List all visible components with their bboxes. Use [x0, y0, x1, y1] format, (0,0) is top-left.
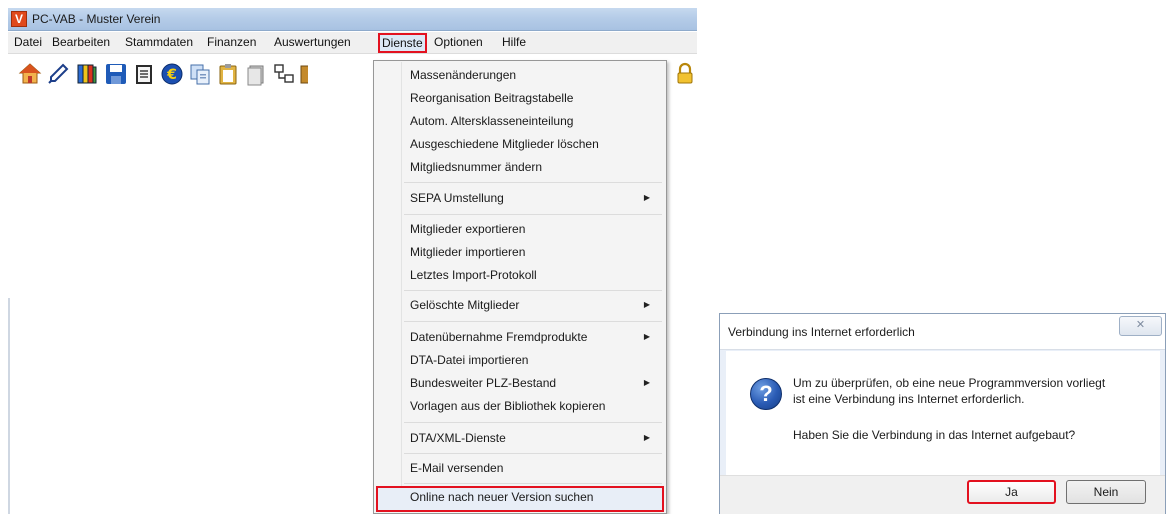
- menu-item-label: Autom. Altersklasseneinteilung: [410, 114, 574, 128]
- menu-hilfe[interactable]: Hilfe: [502, 32, 526, 54]
- svg-text:€: €: [166, 67, 177, 83]
- menu-item-sepa[interactable]: SEPA Umstellung ▶: [376, 187, 664, 209]
- structure-icon[interactable]: [272, 62, 296, 86]
- window-border: [8, 298, 10, 514]
- menu-item-online-version[interactable]: Online nach neuer Version suchen: [376, 486, 664, 512]
- menu-separator: [404, 422, 662, 423]
- dialog-message-line1: Um zu überprüfen, ob eine neue Programmv…: [793, 376, 1106, 390]
- menu-separator: [404, 290, 662, 291]
- menu-item-import-protokoll[interactable]: Letztes Import-Protokoll: [376, 264, 664, 286]
- dialog-title-bar: Verbindung ins Internet erforderlich ✕: [720, 314, 1165, 350]
- copy-icon[interactable]: [188, 62, 212, 86]
- app-logo-icon: V: [11, 11, 27, 27]
- window-title: PC-VAB - Muster Verein: [32, 12, 161, 26]
- menu-separator: [404, 214, 662, 215]
- menu-auswertungen[interactable]: Auswertungen: [274, 32, 351, 54]
- menu-item-exportieren[interactable]: Mitglieder exportieren: [376, 218, 664, 240]
- menu-item-email[interactable]: E-Mail versenden: [376, 457, 664, 479]
- menu-optionen[interactable]: Optionen: [434, 32, 483, 54]
- pen-icon[interactable]: [46, 62, 70, 86]
- menu-item-massenaenderungen[interactable]: Massenänderungen: [376, 64, 664, 86]
- menu-item-label: Ausgeschiedene Mitglieder löschen: [410, 137, 599, 151]
- menu-item-label: Gelöschte Mitglieder: [410, 298, 520, 312]
- menu-item-label: Vorlagen aus der Bibliothek kopieren: [410, 399, 606, 413]
- submenu-arrow-icon: ▶: [643, 433, 650, 442]
- menu-item-label: Mitglieder exportieren: [410, 222, 526, 236]
- menu-item-geloeschte[interactable]: Gelöschte Mitglieder ▶: [376, 294, 664, 316]
- menu-bar: Datei Bearbeiten Stammdaten Finanzen Aus…: [8, 32, 697, 54]
- menu-item-label: Massenänderungen: [410, 68, 517, 82]
- menu-item-mitgliedsnummer[interactable]: Mitgliedsnummer ändern: [376, 156, 664, 178]
- dialog-title: Verbindung ins Internet erforderlich: [728, 325, 915, 339]
- dialog-body: ? Um zu überprüfen, ob eine neue Program…: [726, 351, 1160, 475]
- title-bar: V PC-VAB - Muster Verein: [8, 8, 697, 31]
- menu-item-label: Letztes Import-Protokoll: [410, 268, 537, 282]
- menu-item-label: Datenübernahme Fremdprodukte: [410, 330, 588, 344]
- dialog-message-line2: ist eine Verbindung ins Internet erforde…: [793, 392, 1025, 406]
- menu-item-label: Online nach neuer Version suchen: [410, 490, 594, 504]
- menu-item-importieren[interactable]: Mitglieder importieren: [376, 241, 664, 263]
- menu-bearbeiten[interactable]: Bearbeiten: [52, 32, 110, 54]
- menu-item-ausgeschiedene-loeschen[interactable]: Ausgeschiedene Mitglieder löschen: [376, 133, 664, 155]
- menu-item-label: Mitglieder importieren: [410, 245, 526, 259]
- menu-dienste[interactable]: Dienste: [378, 33, 427, 53]
- books-icon[interactable]: [75, 62, 99, 86]
- submenu-arrow-icon: ▶: [643, 378, 650, 387]
- menu-item-vorlagen[interactable]: Vorlagen aus der Bibliothek kopieren: [376, 395, 664, 417]
- dienste-dropdown-menu: Massenänderungen Reorganisation Beitrags…: [373, 60, 667, 514]
- house-icon[interactable]: [18, 62, 42, 86]
- menu-item-label: Reorganisation Beitragstabelle: [410, 91, 574, 105]
- menu-item-label: E-Mail versenden: [410, 461, 504, 475]
- menu-item-label: Bundesweiter PLZ-Bestand: [410, 376, 557, 390]
- notes-icon[interactable]: [132, 62, 156, 86]
- menu-item-label: Mitgliedsnummer ändern: [410, 160, 543, 174]
- question-icon: ?: [750, 378, 782, 410]
- menu-item-dta-import[interactable]: DTA-Datei importieren: [376, 349, 664, 371]
- dialog-question: Haben Sie die Verbindung in das Internet…: [793, 428, 1076, 442]
- document-icon[interactable]: [244, 62, 268, 86]
- menu-datei[interactable]: Datei: [14, 32, 42, 54]
- menu-item-altersklassen[interactable]: Autom. Altersklasseneinteilung: [376, 110, 664, 132]
- menu-separator: [404, 182, 662, 183]
- internet-connection-dialog: Verbindung ins Internet erforderlich ✕ ?…: [719, 313, 1166, 514]
- submenu-arrow-icon: ▶: [643, 332, 650, 341]
- menu-separator: [404, 321, 662, 322]
- menu-item-datenuebernahme[interactable]: Datenübernahme Fremdprodukte ▶: [376, 326, 664, 348]
- tool-icon[interactable]: [298, 62, 308, 86]
- menu-separator: [404, 453, 662, 454]
- yes-button[interactable]: Ja: [967, 480, 1056, 504]
- menu-stammdaten[interactable]: Stammdaten: [125, 32, 193, 54]
- menu-item-label: DTA-Datei importieren: [410, 353, 529, 367]
- menu-item-plz-bestand[interactable]: Bundesweiter PLZ-Bestand ▶: [376, 372, 664, 394]
- clipboard-icon[interactable]: [216, 62, 240, 86]
- menu-item-reorganisation[interactable]: Reorganisation Beitragstabelle: [376, 87, 664, 109]
- menu-separator: [404, 483, 662, 484]
- menu-finanzen[interactable]: Finanzen: [207, 32, 256, 54]
- euro-icon[interactable]: €: [160, 62, 184, 86]
- menu-item-label: SEPA Umstellung: [410, 191, 504, 205]
- menu-item-label: DTA/XML-Dienste: [410, 431, 506, 445]
- no-button[interactable]: Nein: [1066, 480, 1146, 504]
- save-icon[interactable]: [104, 62, 128, 86]
- submenu-arrow-icon: ▶: [643, 193, 650, 202]
- close-button[interactable]: ✕: [1119, 316, 1162, 336]
- lock-icon[interactable]: [673, 62, 697, 86]
- menu-item-dta-xml[interactable]: DTA/XML-Dienste ▶: [376, 427, 664, 449]
- submenu-arrow-icon: ▶: [643, 300, 650, 309]
